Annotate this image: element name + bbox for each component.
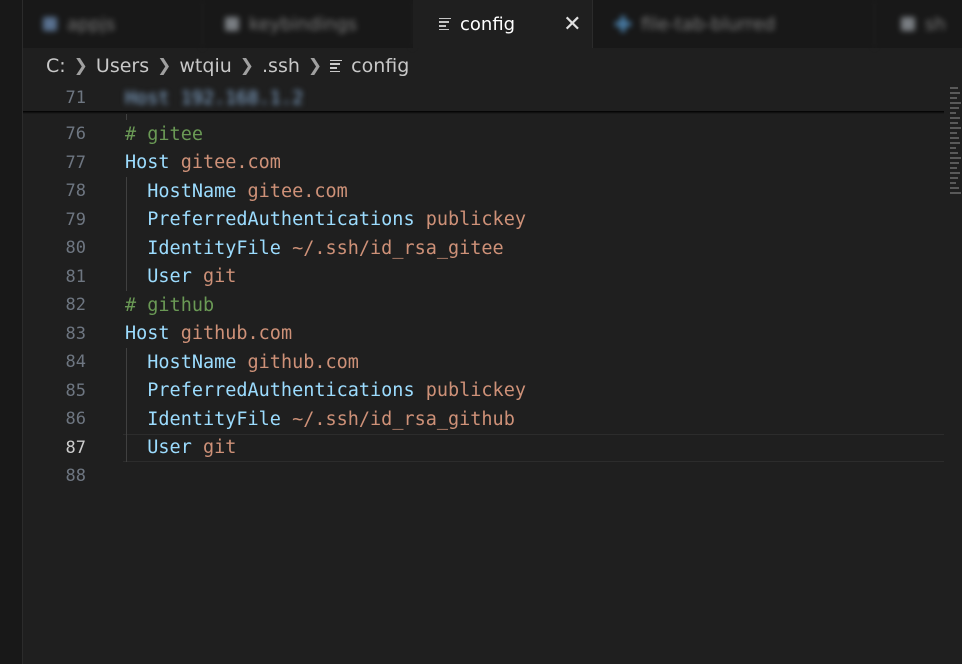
code-token: IdentityFile [125, 237, 281, 259]
code-token: ~/.ssh/id_rsa_github [280, 408, 515, 430]
code-line[interactable]: 81 User git [23, 263, 944, 292]
code-text: HostName gitee.com [125, 181, 348, 202]
code-text: # github [125, 295, 214, 316]
tab-appjs[interactable]: appjs [23, 0, 203, 48]
code-line[interactable]: 85 PreferredAuthentications publickey [23, 377, 944, 406]
code-line[interactable]: 80 IdentityFile ~/.ssh/id_rsa_gitee [23, 234, 944, 263]
indent-guide [126, 348, 127, 462]
code-line[interactable]: 86 IdentityFile ~/.ssh/id_rsa_github [23, 405, 944, 434]
chevron-right-icon: ❯ [73, 56, 88, 76]
chevron-right-icon: ❯ [239, 56, 255, 76]
line-number: 84 [65, 352, 86, 373]
minimap[interactable] [950, 84, 962, 254]
line-number: 81 [65, 266, 86, 287]
code-line[interactable]: 84 HostName github.com [23, 348, 944, 377]
code-token: git [191, 266, 237, 288]
tab-label: config [460, 13, 516, 35]
code-token: HostName [125, 351, 237, 373]
code-token: ~/.ssh/id_rsa_gitee [280, 237, 504, 259]
code-token: HostName [125, 180, 237, 202]
line-number: 76 [65, 124, 86, 145]
code-line[interactable]: 87 User git [23, 434, 944, 463]
code-token: Host [125, 152, 170, 174]
code-token: # gitee [125, 123, 203, 145]
line-number: 87 [65, 437, 86, 458]
code-text: User git [125, 437, 236, 458]
code-token: Host [125, 323, 170, 345]
file-type-icon [615, 16, 631, 32]
code-token: # github [125, 294, 215, 316]
code-text: # gitee [125, 124, 203, 145]
code-line[interactable]: 76 # gitee [23, 120, 944, 149]
code-line[interactable]: 82 # github [23, 291, 944, 320]
line-number: 83 [65, 323, 86, 344]
line-number: 88 [65, 466, 86, 487]
tab-keybindings[interactable]: keybindings [203, 0, 413, 48]
code-line[interactable]: 79 PreferredAuthentications publickey [23, 206, 944, 235]
shell-file-icon [901, 17, 915, 31]
tab-bar: appjs keybindings config ✕ file-tab-blur… [23, 0, 962, 48]
code-token: User [125, 437, 192, 459]
close-icon[interactable]: ✕ [563, 12, 581, 37]
code-token: git [191, 437, 237, 459]
code-token: User [125, 266, 192, 288]
tab-sh[interactable]: sh [875, 0, 962, 48]
tab-label: file-tab-blurred [641, 13, 776, 35]
settings-file-icon [225, 17, 239, 31]
code-token: gitee.com [236, 180, 348, 202]
code-text: Host gitee.com [125, 152, 281, 173]
code-token: github.com [236, 351, 359, 373]
tab-file[interactable]: file-tab-blurred [593, 0, 875, 48]
sticky-scroll-line[interactable]: 71 Host 192.168.1.2 [23, 84, 944, 113]
line-number: 78 [65, 181, 86, 202]
code-text: Host github.com [125, 323, 292, 344]
chevron-right-icon: ❯ [157, 56, 172, 76]
sticky-scroll-text: Host 192.168.1.2 [125, 87, 304, 109]
code-line[interactable]: 77 Host gitee.com [23, 149, 944, 178]
breadcrumb: C: ❯ Users ❯ wtqiu ❯ .ssh ❯ config [46, 51, 409, 81]
activity-bar-edge [0, 0, 23, 664]
tab-label: appjs [67, 13, 116, 35]
line-number: 80 [65, 238, 86, 259]
breadcrumb-file[interactable]: config [351, 55, 409, 77]
line-number: 71 [65, 88, 86, 109]
code-text: User git [125, 266, 236, 287]
code-token: gitee.com [169, 152, 281, 174]
breadcrumb-ssh[interactable]: .ssh [262, 55, 300, 77]
plain-text-file-icon [439, 17, 451, 31]
code-text: IdentityFile ~/.ssh/id_rsa_github [125, 409, 515, 430]
sticky-scroll-shadow [23, 111, 944, 114]
code-line[interactable]: 83 Host github.com [23, 320, 944, 349]
code-token: IdentityFile [125, 408, 281, 430]
breadcrumb-user[interactable]: wtqiu [179, 55, 231, 77]
code-text: HostName github.com [125, 352, 359, 373]
tab-config[interactable]: config ✕ [413, 0, 593, 48]
indent-guide [126, 177, 127, 291]
plain-text-file-icon [330, 59, 343, 73]
code-token: github.com [169, 323, 293, 345]
code-text: PreferredAuthentications publickey [125, 380, 526, 401]
code-token: publickey [414, 209, 526, 231]
line-number: 82 [65, 295, 86, 316]
breadcrumb-drive[interactable]: C: [46, 55, 66, 77]
line-number: 86 [65, 409, 86, 430]
code-token: PreferredAuthentications [125, 380, 415, 402]
line-number: 77 [65, 152, 86, 173]
code-text: PreferredAuthentications publickey [125, 209, 526, 230]
line-number: 79 [65, 209, 86, 230]
tab-label: sh [925, 13, 946, 35]
code-line[interactable]: 78 HostName gitee.com [23, 177, 944, 206]
js-file-icon [43, 17, 57, 31]
tab-label: keybindings [249, 13, 357, 35]
breadcrumb-users[interactable]: Users [96, 55, 149, 77]
code-line[interactable]: 88 [23, 462, 944, 491]
code-token: PreferredAuthentications [125, 209, 415, 231]
code-text: IdentityFile ~/.ssh/id_rsa_gitee [125, 237, 504, 259]
line-number: 85 [65, 380, 86, 401]
code-editor[interactable]: 71 Host 192.168.1.2 76 # gitee 77 Host gite… [23, 84, 944, 664]
code-token: publickey [414, 380, 526, 402]
chevron-right-icon: ❯ [307, 56, 323, 76]
